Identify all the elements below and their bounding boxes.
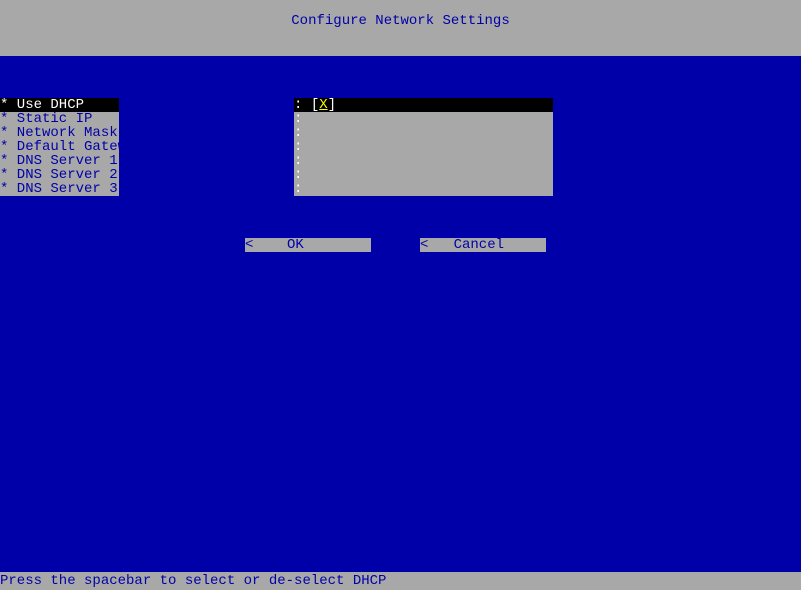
label-dns-server-1[interactable]: * DNS Server 1 [0,154,119,168]
status-bar: Press the spacebar to select or de-selec… [0,572,801,590]
value-network-mask[interactable]: : [294,126,553,140]
value-static-ip[interactable]: : [294,112,553,126]
label-default-gateway[interactable]: * Default Gateway [0,140,119,154]
label-dns-server-2[interactable]: * DNS Server 2 [0,168,119,182]
value-use-dhcp[interactable]: : [X] [294,98,553,112]
label-use-dhcp[interactable]: * Use DHCP [0,98,119,112]
value-dns-server-3[interactable]: : [294,182,553,196]
value-default-gateway[interactable]: : [294,140,553,154]
label-network-mask[interactable]: * Network Mask [0,126,119,140]
value-dns-server-1[interactable]: : [294,154,553,168]
value-dns-server-2[interactable]: : [294,168,553,182]
label-dns-server-3[interactable]: * DNS Server 3 [0,182,119,196]
ok-button[interactable]: < OK > [245,238,371,252]
label-static-ip[interactable]: * Static IP [0,112,119,126]
field-labels-column: * Use DHCP * Static IP * Network Mask * … [0,98,119,196]
cancel-button[interactable]: < Cancel > [420,238,546,252]
title-bar: Configure Network Settings [0,0,801,56]
buttons-row: < OK > < Cancel > [0,238,801,252]
field-values-column: : [X] : : : : : : [294,98,553,196]
main-area: * Use DHCP * Static IP * Network Mask * … [0,56,801,572]
page-title: Configure Network Settings [291,14,509,28]
